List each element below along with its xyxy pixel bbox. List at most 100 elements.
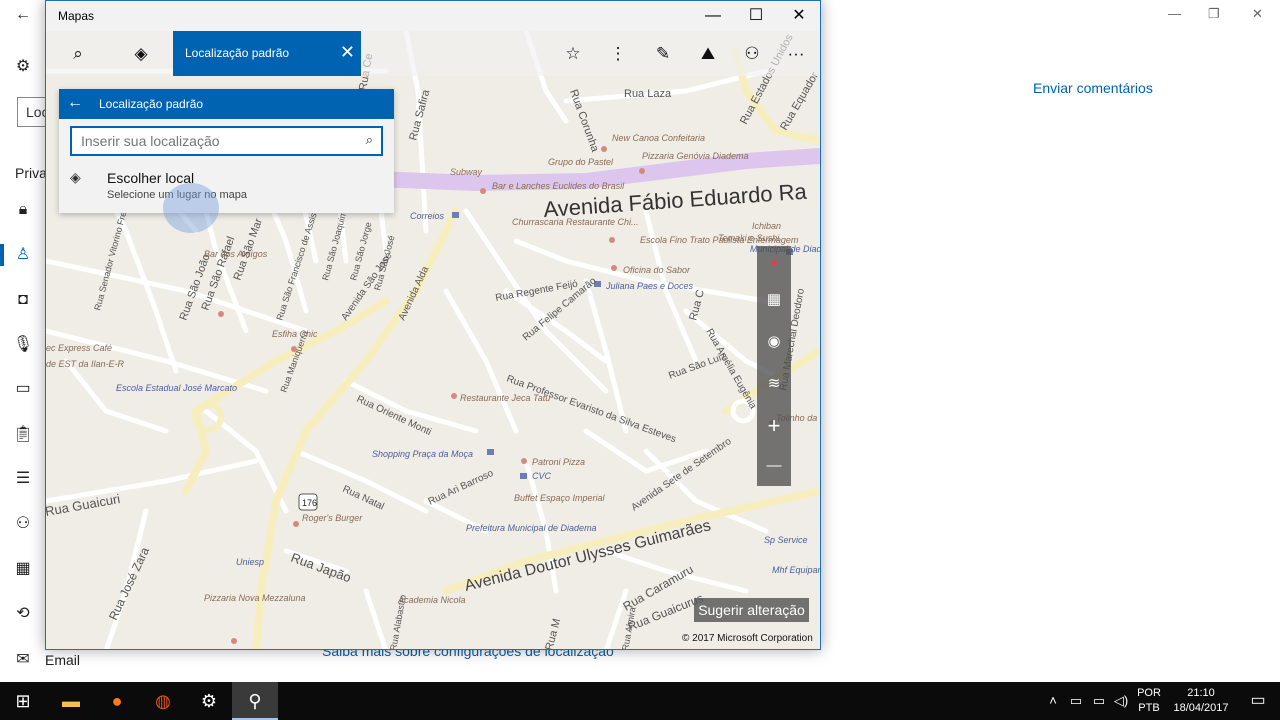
account-info-icon[interactable]: ☰ bbox=[12, 468, 34, 490]
road-shield-176: 176 bbox=[302, 498, 317, 508]
restore-button[interactable]: ❐ bbox=[1208, 6, 1220, 22]
nav-active-indicator bbox=[0, 244, 4, 266]
lock-icon[interactable]: 🔒︎ bbox=[12, 199, 34, 221]
feedback-link[interactable]: Enviar comentários bbox=[1033, 80, 1153, 94]
close-tab-icon[interactable]: ✕ bbox=[340, 42, 355, 63]
notifications-icon[interactable]: ▭ bbox=[1238, 682, 1278, 720]
clock-date: 18/04/2017 bbox=[1173, 702, 1229, 714]
map-label-prefeitura: Prefeitura Municipal de Diadema bbox=[466, 523, 597, 533]
locate-me-icon[interactable]: ◉ bbox=[757, 326, 791, 358]
file-explorer-icon[interactable]: ▬ bbox=[48, 682, 94, 720]
suggest-change-button[interactable]: Sugerir alteração bbox=[694, 598, 809, 622]
map-label-bar-amigos: Bar dos Amigos bbox=[204, 249, 268, 259]
layers-icon[interactable]: ≋ bbox=[757, 368, 791, 400]
more-icon[interactable]: ··· bbox=[774, 31, 818, 76]
clock-time: 21:10 bbox=[1187, 687, 1215, 699]
message-icon[interactable]: ▭ bbox=[12, 378, 34, 400]
microphone-icon[interactable]: 🎙︎ bbox=[12, 334, 34, 356]
settings-icon[interactable]: ⚙ bbox=[186, 682, 232, 720]
directions-icon[interactable]: ◈ bbox=[119, 31, 163, 76]
windows-icon[interactable]: ⊞ bbox=[0, 682, 46, 720]
map-label-pizzaria-nova: Pizzaria Nova Mezzaluna bbox=[204, 593, 306, 603]
volume-icon[interactable]: ◁) bbox=[1111, 682, 1131, 720]
location-search-box[interactable]: ⌕ bbox=[70, 126, 383, 156]
map-label-esfiha: Esfiha Chic bbox=[272, 329, 318, 339]
map-label-buffet: Buffet Espaço Imperial bbox=[514, 493, 606, 503]
3d-cities-icon[interactable]: ⛰ bbox=[686, 31, 730, 76]
zoom-out-button[interactable]: — bbox=[757, 450, 791, 482]
gear-icon[interactable]: ⚙ bbox=[12, 56, 34, 78]
back-arrow-icon[interactable]: ← bbox=[67, 94, 83, 112]
favorites-icon[interactable]: ☆ bbox=[551, 31, 595, 76]
clock[interactable]: 21:10 18/04/2017 bbox=[1170, 686, 1232, 716]
account-icon[interactable]: ⚇ bbox=[730, 31, 774, 76]
map-label-juliana: Juliana Paes e Doces bbox=[605, 281, 694, 291]
map-label-subway: Subway bbox=[450, 167, 483, 177]
maps-toolbar: ⌕ ◈ Localização padrão ✕ ☆ ⋮ ✎ ⛰ ⚇ ··· bbox=[46, 31, 820, 76]
contacts-icon[interactable]: ⚇ bbox=[12, 513, 34, 535]
maps-icon[interactable]: ⚲ bbox=[232, 682, 278, 720]
map-label-rua-laza: Rua Laza bbox=[624, 88, 672, 100]
zoom-in-button[interactable]: + bbox=[757, 410, 791, 442]
language-line-1: POR bbox=[1137, 687, 1161, 699]
calendar-icon[interactable]: ▦ bbox=[12, 558, 34, 580]
map-label-rogers: Roger's Burger bbox=[302, 513, 363, 523]
search-icon[interactable]: ⌕ bbox=[56, 31, 100, 76]
battery-icon[interactable]: ▭ bbox=[1089, 682, 1109, 720]
map-label-pizzaria-genovia: Pizzaria Genóvia Diadema bbox=[642, 151, 749, 161]
close-button[interactable]: ✕ bbox=[777, 1, 820, 31]
email-nav-label[interactable]: Email bbox=[45, 652, 80, 668]
history-icon[interactable]: ⟲ bbox=[12, 603, 34, 625]
minimize-button[interactable]: — bbox=[691, 1, 735, 31]
map-style-icon[interactable]: ▦ bbox=[757, 284, 791, 316]
input-language[interactable]: POR PTB bbox=[1133, 686, 1165, 716]
traffic-icon[interactable]: ⋮ bbox=[596, 31, 640, 76]
settings-caption-buttons: — ❐ ✕ bbox=[1150, 0, 1280, 30]
window-title: Mapas bbox=[58, 9, 95, 23]
map-label-cvc: CVC bbox=[532, 471, 552, 481]
firefox-icon[interactable]: ● bbox=[94, 682, 140, 720]
map-label-shopping: Shopping Praça da Moça bbox=[372, 449, 473, 459]
map-label-ichiban: Ichiban bbox=[752, 221, 781, 231]
map-label-sp-service: Sp Service bbox=[764, 535, 808, 545]
map-label-new-canoa: New Canoa Confeitaria bbox=[612, 133, 705, 143]
map-label-patroni: Patroni Pizza bbox=[532, 457, 585, 467]
cursor-highlight bbox=[163, 183, 219, 233]
map-label-correios: Correios bbox=[410, 211, 445, 221]
close-button[interactable]: ✕ bbox=[1252, 6, 1263, 22]
ink-icon[interactable]: ✎ bbox=[641, 31, 685, 76]
camera-icon[interactable]: ◘ bbox=[12, 289, 34, 311]
minimize-button[interactable]: — bbox=[1168, 6, 1181, 21]
compass-icon[interactable]: ▲ bbox=[757, 246, 791, 278]
tab-default-location[interactable]: Localização padrão ✕ bbox=[173, 31, 361, 76]
ubuntu-icon[interactable]: ◍ bbox=[140, 682, 186, 720]
target-icon: ◈ bbox=[70, 169, 81, 185]
map-label-escola-enf: Escola Fino Trato Paulista Enfermagem bbox=[640, 235, 799, 245]
panel-title: Localização padrão bbox=[99, 97, 204, 111]
tab-label: Localização padrão bbox=[185, 46, 290, 60]
panel-header: ← Localização padrão bbox=[59, 89, 394, 119]
maps-window: 176 Avenida Fábio Eduardo Ra Avenida Dou… bbox=[45, 0, 821, 650]
copyright-text: © 2017 Microsoft Corporation bbox=[682, 633, 813, 644]
search-icon[interactable]: ⌕ bbox=[366, 132, 373, 148]
map-controls: ▲ ▦ ◉ ≋ + — bbox=[757, 246, 791, 486]
location-search-input[interactable] bbox=[72, 128, 352, 154]
choose-location-option[interactable]: ◈ Escolher local Selecione um lugar no m… bbox=[59, 165, 394, 211]
map-label-oficina: Oficina do Sabor bbox=[623, 265, 691, 275]
map-label-escola-marcato: Escola Estadual José Marcato bbox=[116, 383, 237, 393]
map-label-grupo-pastel: Grupo do Pastel bbox=[548, 157, 614, 167]
language-line-2: PTB bbox=[1138, 702, 1160, 714]
chevron-up-icon[interactable]: ˄ bbox=[1043, 682, 1063, 720]
back-arrow-icon[interactable]: ← bbox=[12, 4, 34, 26]
default-location-panel: ← Localização padrão ⌕ ◈ Escolher local … bbox=[59, 89, 394, 213]
map-label-uniesp: Uniesp bbox=[236, 557, 264, 567]
email-icon[interactable]: ✉ bbox=[12, 649, 34, 671]
map-label-mhf: Mhf Equipamentos Elétricos bbox=[772, 565, 820, 575]
network-icon[interactable]: ▭ bbox=[1066, 682, 1086, 720]
map-label-est-da: de EST da Ilan-E-R bbox=[46, 359, 125, 369]
location-icon[interactable]: ♙ bbox=[12, 244, 34, 266]
maximize-button[interactable]: ☐ bbox=[734, 1, 778, 31]
clipboard-icon[interactable]: 📋︎ bbox=[12, 424, 34, 446]
maps-titlebar[interactable]: Mapas — ☐ ✕ bbox=[46, 1, 820, 31]
taskbar: ⊞ ▬ ● ◍ ⚙ ⚲ ˄ ▭ ▭ ◁) POR PTB 21:10 18/04… bbox=[0, 682, 1280, 720]
